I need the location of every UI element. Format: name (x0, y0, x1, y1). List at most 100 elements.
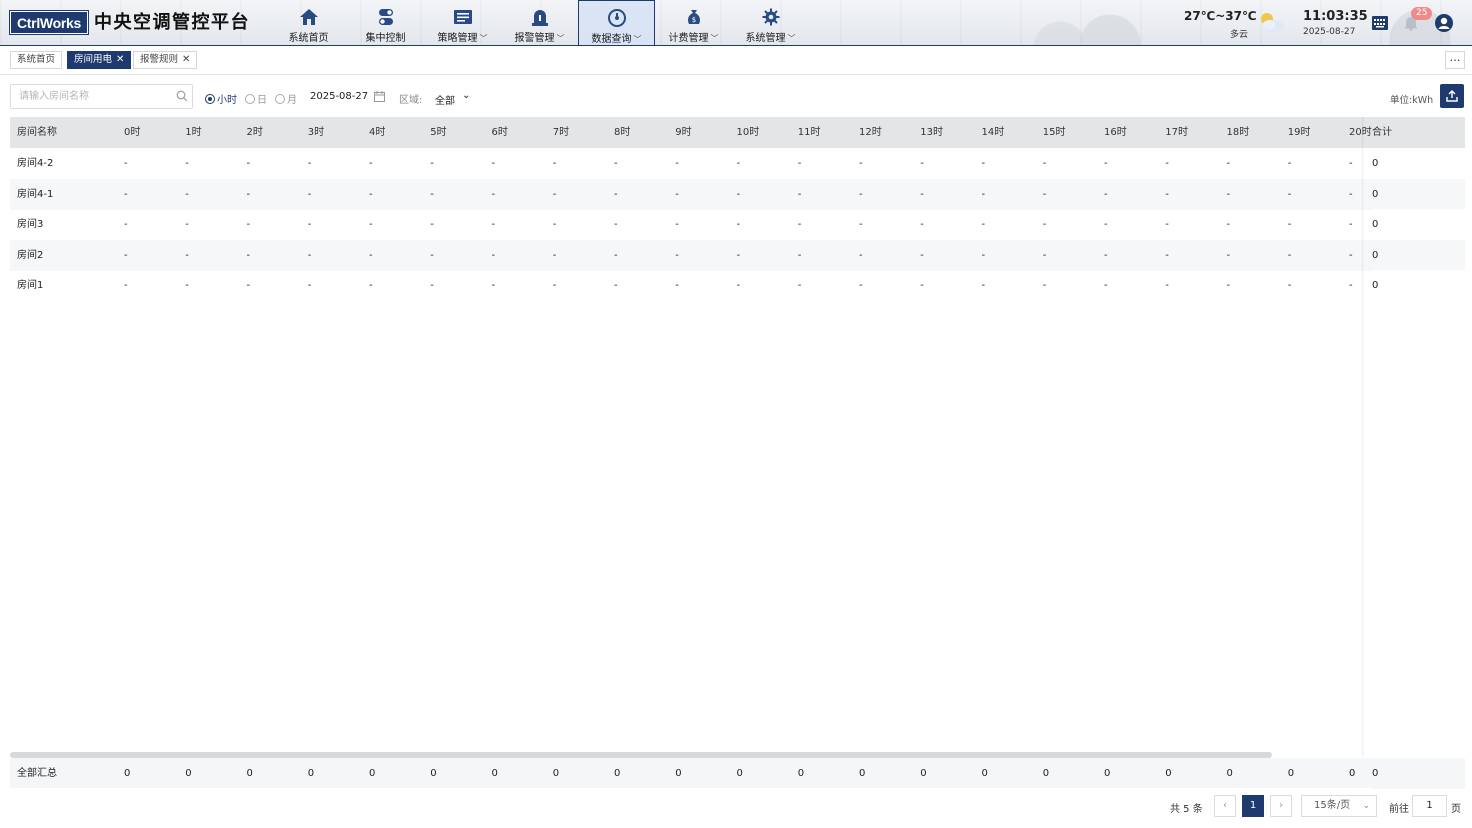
upload-icon (1446, 90, 1458, 102)
chevron-down-icon: ⌄ (1362, 801, 1370, 811)
radio-month[interactable]: 月 (275, 91, 297, 106)
hour-value-cell: - (920, 219, 924, 231)
radio-day[interactable]: 日 (245, 91, 267, 106)
svg-text:$: $ (691, 16, 695, 24)
close-icon[interactable]: ✕ (116, 54, 124, 65)
main-nav: 系统首页 集中控制 策略管理 ﹀ 报警管理 ﹀ 数据查询 ﹀ $ 计费管理 ﹀ … (270, 0, 809, 45)
nav-system[interactable]: 系统管理 ﹀ (732, 0, 809, 45)
hour-value-cell: - (1349, 249, 1353, 261)
summary-label: 全部汇总 (17, 768, 57, 779)
nav-central-control[interactable]: 集中控制 (347, 0, 424, 45)
hour-value-cell: - (552, 158, 557, 169)
summary-value-cell: 0 (675, 768, 682, 779)
hour-value-cell: - (981, 249, 986, 261)
header-hour: 7时 (552, 127, 570, 138)
summary-value-cell: 0 (369, 768, 376, 779)
table-row[interactable]: 房间4-2 - - - - - - - - - - - - - - - - - - - - - 0 (10, 148, 1465, 179)
nav-billing[interactable]: $ 计费管理 ﹀ (655, 0, 732, 45)
hour-value-cell: - (369, 249, 373, 261)
hour-value-cell: - (1104, 249, 1108, 261)
hour-value-cell: - (1104, 158, 1108, 169)
tab-home[interactable]: 系统首页 (10, 51, 63, 69)
table-row[interactable]: 房间1 - - - - - - - - - - - - - - - - - - - - - 0 (10, 270, 1465, 302)
hour-value-cell: - (1165, 280, 1169, 292)
notification-badge: 25 (1411, 7, 1433, 20)
hour-value-cell: - (1287, 158, 1292, 169)
page-unit-label: 页 (1451, 804, 1461, 815)
search-input[interactable] (10, 84, 193, 109)
table-row[interactable]: 房间3 - - - - - - - - - - - - - - - - - - - - - 0 (10, 209, 1465, 241)
hour-value-cell: - (1165, 158, 1169, 169)
nav-home[interactable]: 系统首页 (270, 0, 347, 45)
strategy-icon (452, 7, 474, 27)
gear-icon (760, 7, 782, 27)
export-button[interactable] (1440, 84, 1464, 108)
hour-value-cell: - (369, 158, 373, 169)
nav-strategy[interactable]: 策略管理 ﹀ (424, 0, 501, 45)
hour-value-cell: - (491, 188, 496, 200)
hour-value-cell: - (491, 249, 496, 261)
hour-value-cell: - (430, 188, 434, 200)
summary-value-cell: 0 (614, 768, 621, 779)
header-hour: 11时 (797, 127, 821, 138)
header-hour: 16时 (1104, 127, 1127, 138)
hour-value-cell: - (124, 219, 128, 231)
header-hour: 15时 (1042, 127, 1066, 138)
hour-value-cell: - (981, 188, 986, 200)
calendar-icon[interactable] (374, 91, 385, 102)
nav-label: 系统管理 ﹀ (745, 33, 796, 44)
header-hour: 20时 (1349, 127, 1372, 138)
hour-value-cell: - (981, 158, 986, 169)
user-avatar-icon[interactable] (1434, 13, 1454, 33)
hour-value-cell: - (920, 188, 924, 200)
hour-value-cell: - (736, 188, 741, 200)
hour-value-cell: - (797, 158, 802, 169)
page-size-select[interactable]: 15条/页 ⌄ (1301, 795, 1377, 817)
tab-room-electricity[interactable]: 房间用电 ✕ (67, 51, 132, 69)
close-icon[interactable]: ✕ (182, 54, 190, 65)
app-title: 中央空调管控平台 (94, 12, 250, 33)
date-picker[interactable]: 2025-08-27 (310, 91, 368, 102)
hour-value-cell: - (1349, 280, 1353, 292)
hour-value-cell: - (797, 249, 802, 261)
hour-value-cell: - (430, 249, 434, 261)
hour-value-cell: - (246, 280, 251, 292)
table-row[interactable]: 房间2 - - - - - - - - - - - - - - - - - - - - - 0 (10, 239, 1465, 271)
page-number-button[interactable]: 1 (1242, 795, 1264, 817)
hour-value-cell: - (307, 280, 312, 292)
hour-value-cell: - (797, 219, 802, 231)
prev-page-button[interactable]: ‹ (1214, 795, 1236, 817)
chevron-down-icon[interactable]: ⌄ (462, 90, 470, 101)
radio-hour[interactable]: 小时 (205, 91, 237, 106)
hour-value-cell: - (981, 219, 986, 231)
header-hour: 14时 (981, 127, 1005, 138)
hour-value-cell: - (1287, 219, 1292, 231)
hour-value-cell: - (1226, 188, 1231, 200)
dashboard-grid-icon[interactable] (1370, 13, 1390, 33)
hour-value-cell: - (185, 249, 189, 261)
hour-value-cell: - (1104, 280, 1108, 292)
fixed-column-divider (1362, 117, 1364, 788)
summary-value-cell: 0 (1104, 768, 1111, 779)
top-header: CtrlWorks 中央空调管控平台 系统首页 集中控制 策略管理 ﹀ 报警管理 ﹀ (0, 0, 1472, 46)
hour-value-cell: - (307, 158, 312, 169)
summary-value-cell: 0 (1042, 768, 1050, 779)
nav-alarm[interactable]: 报警管理 ﹀ (501, 0, 578, 45)
nav-data-query[interactable]: 数据查询 ﹀ (578, 0, 655, 45)
tab-label: 系统首页 (17, 54, 56, 65)
header-hour: 12时 (859, 127, 882, 138)
hour-value-cell: - (1349, 188, 1353, 200)
hour-value-cell: - (859, 249, 863, 261)
hour-value-cell: - (491, 280, 496, 292)
hour-value-cell: - (246, 158, 251, 169)
next-page-button[interactable]: › (1270, 795, 1292, 817)
search-icon[interactable] (176, 90, 188, 102)
total-cell: 0 (1372, 209, 1465, 241)
room-name-cell: 房间1 (17, 280, 44, 292)
region-select[interactable]: 全部 (435, 92, 455, 107)
summary-value-cell: 0 (185, 768, 192, 779)
more-tabs-button[interactable]: … (1445, 51, 1465, 69)
goto-page-input[interactable]: 1 (1412, 795, 1447, 817)
table-row[interactable]: 房间4-1 - - - - - - - - - - - - - - - - - - - - - 0 (10, 178, 1465, 210)
tab-alarm-rules[interactable]: 报警规则 ✕ (133, 51, 198, 69)
